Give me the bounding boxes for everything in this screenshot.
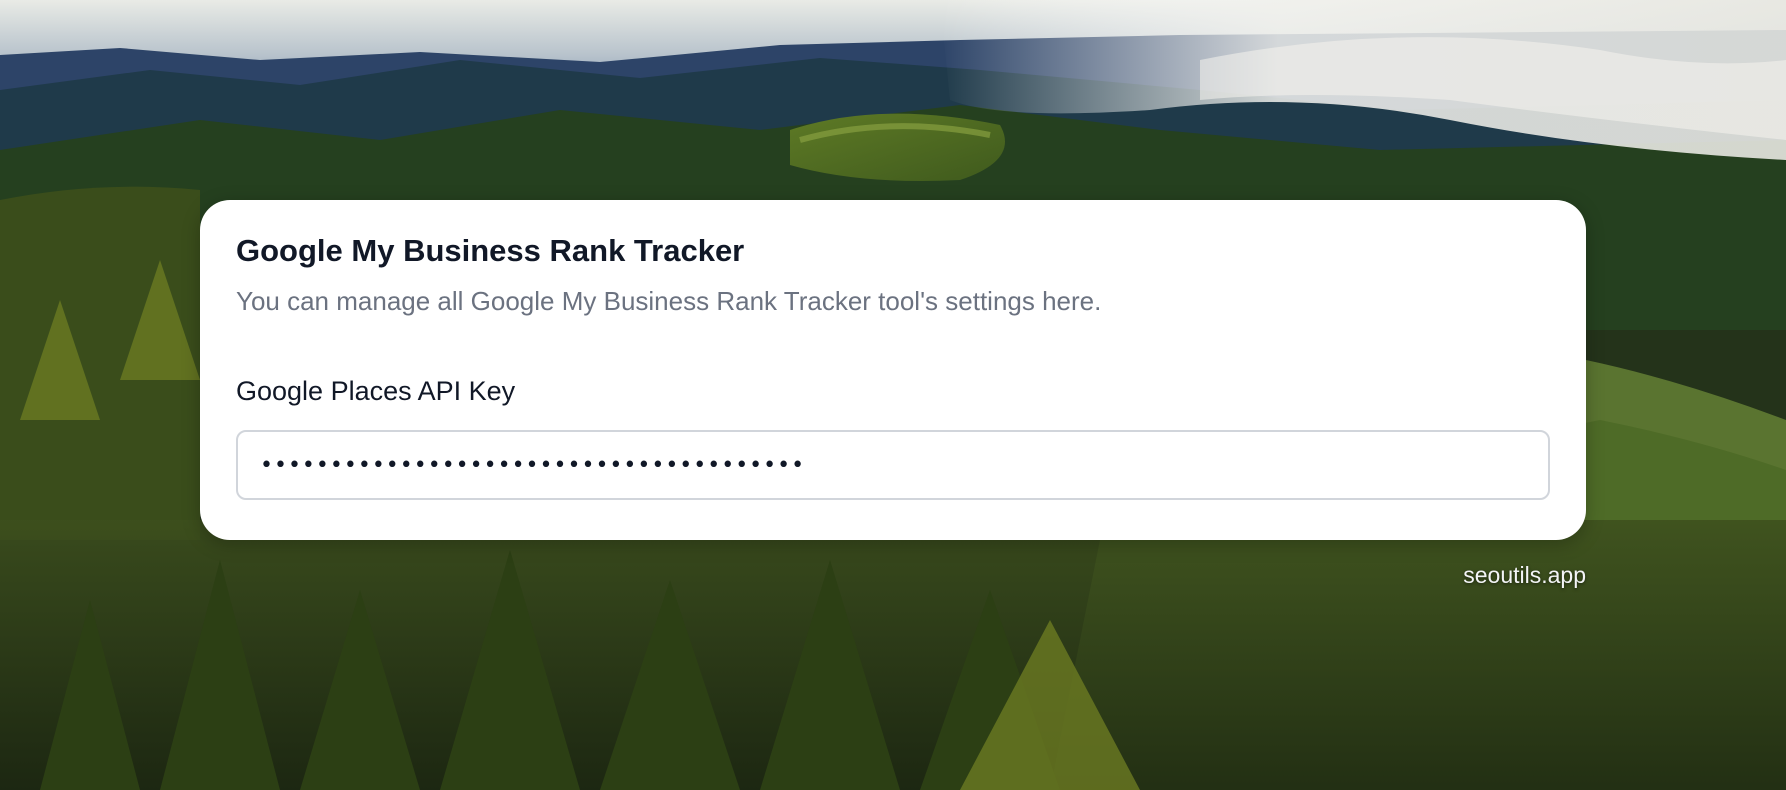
api-key-label: Google Places API Key <box>236 376 516 406</box>
api-key-input[interactable] <box>236 430 1550 500</box>
settings-card: Google My Business Rank Tracker You can … <box>200 200 1586 540</box>
brand-watermark: seoutils.app <box>1463 562 1586 588</box>
card-title: Google My Business Rank Tracker <box>236 233 745 268</box>
card-subtitle: You can manage all Google My Business Ra… <box>236 286 1102 316</box>
